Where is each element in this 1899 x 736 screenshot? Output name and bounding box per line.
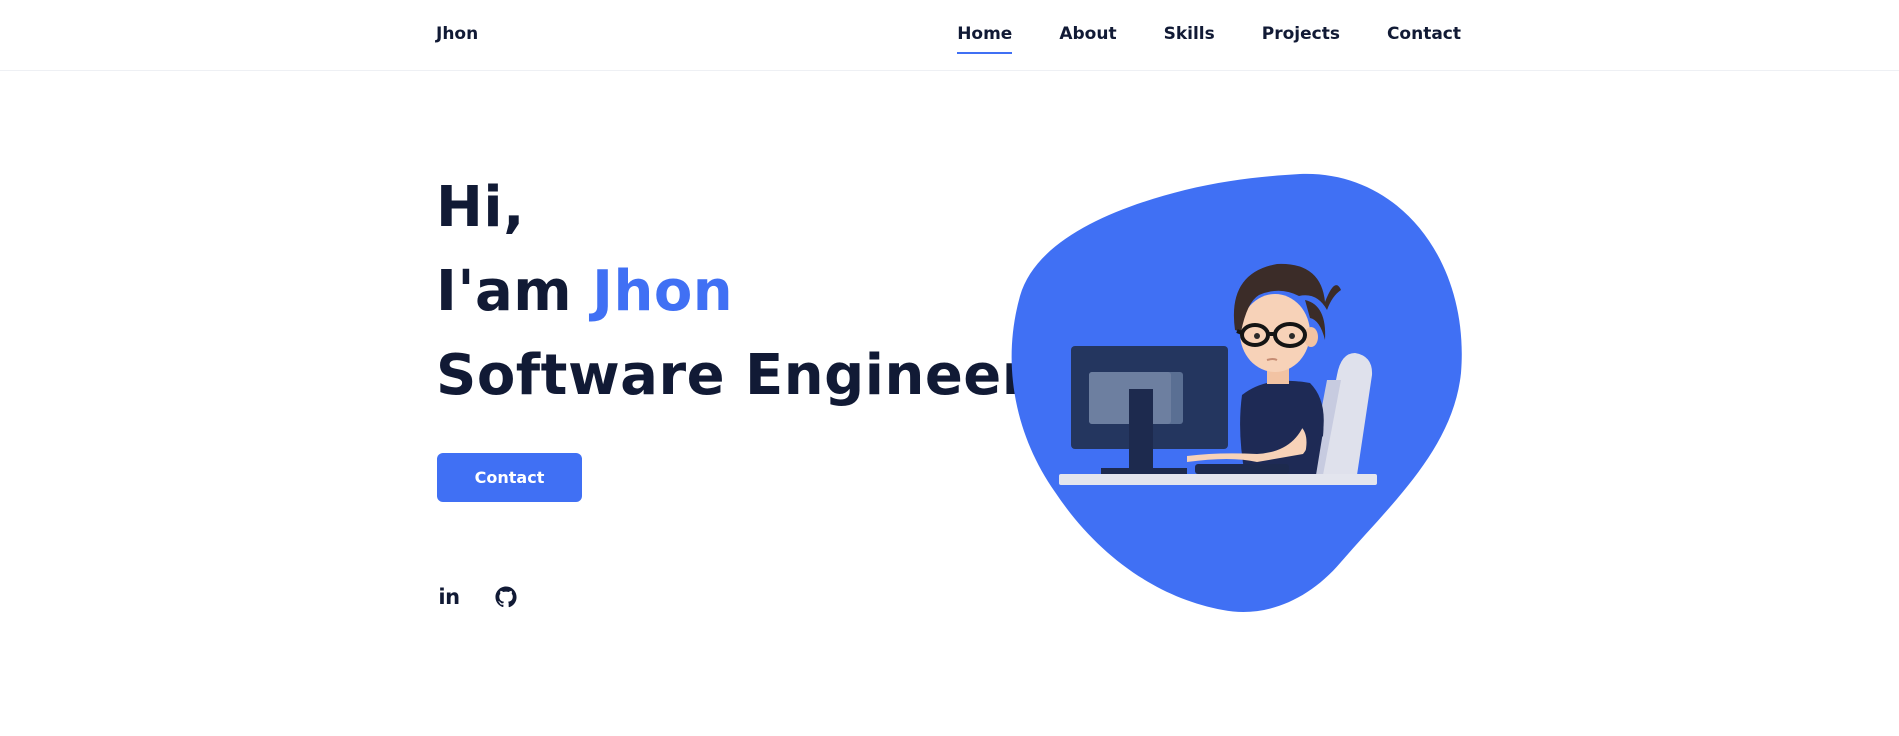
brand-logo[interactable]: Jhon <box>436 24 478 44</box>
hero-name: Jhon <box>592 259 734 324</box>
hero-role: Software Engineer <box>436 343 1030 408</box>
github-icon[interactable] <box>494 585 518 609</box>
site-header: Jhon Home About Skills Projects Contact <box>0 0 1899 71</box>
nav-item-contact[interactable]: Contact <box>1387 24 1461 44</box>
hero-heading: Hi, I'am Jhon Software Engineer <box>436 166 1030 418</box>
nav-item-projects[interactable]: Projects <box>1262 24 1340 44</box>
contact-button[interactable]: Contact <box>437 453 582 502</box>
hero-intro-prefix: I'am <box>436 259 593 324</box>
linkedin-icon[interactable]: in <box>437 585 461 609</box>
social-links: in <box>437 585 518 609</box>
hero-greeting: Hi, <box>436 175 525 240</box>
nav-item-skills[interactable]: Skills <box>1164 24 1215 44</box>
hero-intro-line: I'am Jhon <box>436 250 1030 334</box>
main-nav: Home About Skills Projects Contact <box>957 24 1461 54</box>
nav-item-home[interactable]: Home <box>957 24 1013 54</box>
desk <box>1059 474 1377 485</box>
nav-item-about[interactable]: About <box>1059 24 1116 44</box>
linkedin-icon-text: in <box>438 585 460 609</box>
developer-illustration <box>1011 173 1462 612</box>
